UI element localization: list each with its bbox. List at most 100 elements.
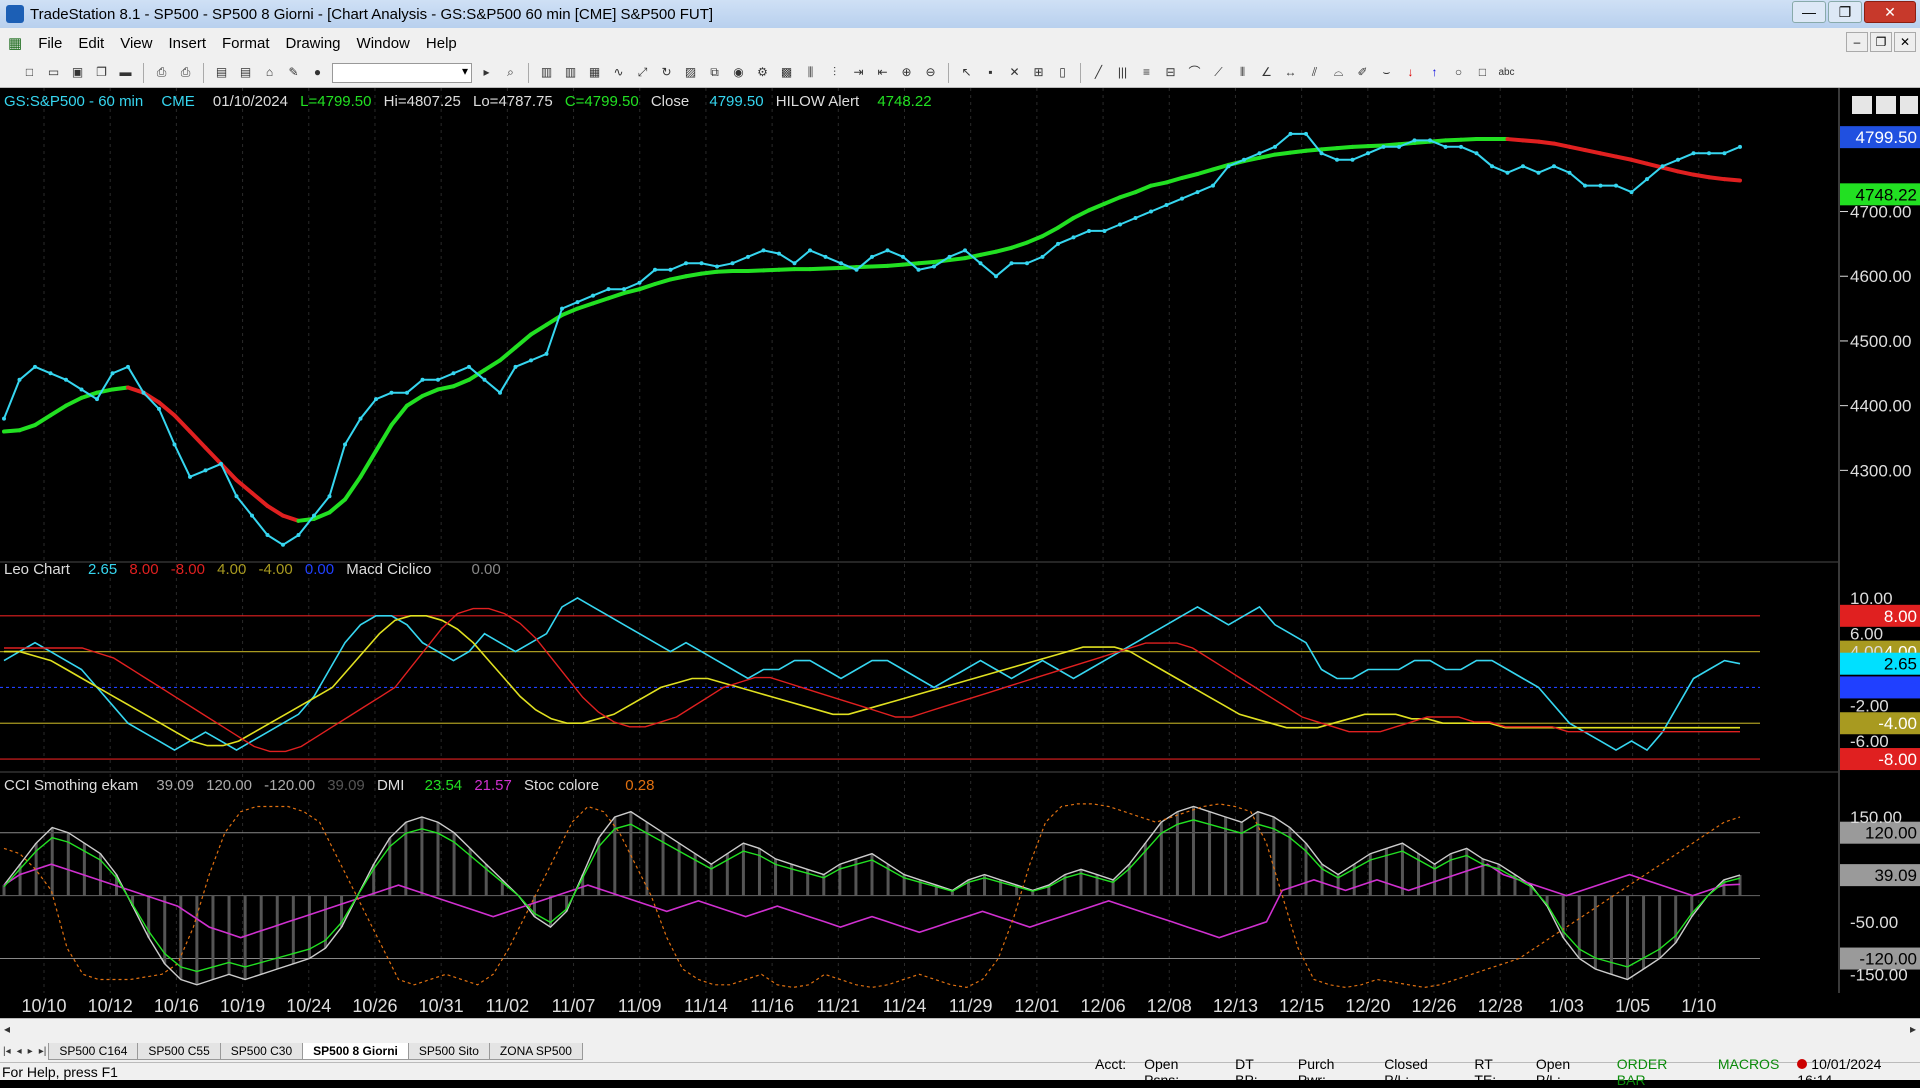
chart-line-icon[interactable]: ∿: [609, 63, 628, 82]
horizontal-scrollbar[interactable]: ◂ ▸: [0, 1018, 1920, 1040]
search-icon[interactable]: ⌕: [501, 63, 520, 82]
tab-prev-icon[interactable]: ◂: [14, 1046, 25, 1057]
scroll-right-icon[interactable]: ⇥: [849, 63, 868, 82]
arrow-up-icon[interactable]: ↑: [1425, 63, 1444, 82]
fan-icon[interactable]: ⟋: [1209, 63, 1228, 82]
symbol-combo[interactable]: ▾: [332, 62, 472, 83]
menu-insert[interactable]: Insert: [160, 35, 214, 52]
price-point: [1567, 170, 1572, 175]
chart-restore-button[interactable]: [1876, 96, 1896, 114]
macros-toggle[interactable]: MACROS: [1718, 1056, 1779, 1088]
time-axis-label: 11/24: [883, 996, 927, 1016]
window-icon[interactable]: ▤: [212, 63, 231, 82]
menu-drawing[interactable]: Drawing: [278, 35, 349, 52]
hilow-alert-line-segment: [1521, 138, 1541, 144]
zoom-in-icon[interactable]: ⊕: [897, 63, 916, 82]
menu-help[interactable]: Help: [418, 35, 465, 52]
tab-next-icon[interactable]: ▸: [25, 1046, 36, 1057]
tab-sp500-c164[interactable]: SP500 C164: [48, 1042, 139, 1060]
properties-icon[interactable]: ▯: [1053, 63, 1072, 82]
text-tool-icon[interactable]: abc: [1497, 63, 1516, 82]
tab-sp500-c55[interactable]: SP500 C55: [137, 1042, 221, 1060]
pencil-icon[interactable]: ✐: [1353, 63, 1372, 82]
scroll-left-icon[interactable]: ◂: [4, 1022, 10, 1036]
tab-sp500-8-giorni[interactable]: SP500 8 Giorni: [302, 1042, 409, 1060]
layout-icon[interactable]: ▥: [537, 63, 556, 82]
format-icon[interactable]: ✎: [284, 63, 303, 82]
chart-area[interactable]: 4700.00 4600.00 4500.00 4400.00 4300.00 4799.…: [0, 88, 1920, 1018]
menu-view[interactable]: View: [112, 35, 160, 52]
zoom-out-icon[interactable]: ⊖: [921, 63, 940, 82]
time-axis-label: 1/03: [1549, 996, 1584, 1016]
price-point: [358, 416, 363, 421]
menu-window[interactable]: Window: [349, 35, 418, 52]
tab-sp500-c30[interactable]: SP500 C30: [219, 1042, 304, 1060]
vertical-lines-icon[interactable]: |||: [1113, 63, 1132, 82]
hamburger-icon[interactable]: ⫶: [825, 63, 844, 82]
price-point: [854, 267, 859, 272]
ellipse-icon[interactable]: ○: [1449, 63, 1468, 82]
layout-icon[interactable]: ▥: [561, 63, 580, 82]
last-label: L=4799.50: [300, 93, 371, 110]
trendline-icon[interactable]: ╱: [1089, 63, 1108, 82]
fib-icon[interactable]: ⌒: [1185, 63, 1204, 82]
folder-icon[interactable]: ▬: [116, 63, 135, 82]
scroll-left-icon[interactable]: ⇤: [873, 63, 892, 82]
bars-icon[interactable]: ⫼: [801, 63, 820, 82]
price-point: [1164, 203, 1169, 208]
window-link-icon[interactable]: ⧉: [705, 63, 724, 82]
refresh-icon[interactable]: ↻: [657, 63, 676, 82]
data-window-icon[interactable]: ▪: [981, 63, 1000, 82]
tab-sp500-sito[interactable]: SP500 Sito: [407, 1042, 490, 1060]
save-icon[interactable]: ▣: [68, 63, 87, 82]
mdi-close-button[interactable]: ✕: [1894, 32, 1916, 52]
play-icon[interactable]: ▸: [477, 63, 496, 82]
insert-study-icon[interactable]: ⊞: [1029, 63, 1048, 82]
parallel-icon[interactable]: ⫽: [1305, 63, 1324, 82]
mdi-restore-button[interactable]: ❐: [1870, 32, 1892, 52]
lock-icon[interactable]: ⌂: [260, 63, 279, 82]
chart-close-button[interactable]: [1900, 96, 1918, 114]
order-bar-toggle[interactable]: ORDER BAR: [1617, 1056, 1700, 1088]
arrow-down-icon[interactable]: ↓: [1401, 63, 1420, 82]
channel-icon[interactable]: ⊟: [1161, 63, 1180, 82]
cursor-icon[interactable]: ↖: [957, 63, 976, 82]
tab-last-icon[interactable]: ▸|: [36, 1046, 50, 1057]
arc-icon[interactable]: ⌓: [1329, 63, 1348, 82]
lo-label: Lo=4787.75: [473, 93, 553, 110]
close-button[interactable]: ✕: [1864, 1, 1916, 23]
open-icon[interactable]: ▭: [44, 63, 63, 82]
print-icon[interactable]: ⎙: [152, 63, 171, 82]
menu-edit[interactable]: Edit: [70, 35, 112, 52]
chart-minimize-button[interactable]: [1852, 96, 1872, 114]
chart-icon[interactable]: ▨: [681, 63, 700, 82]
menu-format[interactable]: Format: [214, 35, 278, 52]
radar-icon[interactable]: ◉: [729, 63, 748, 82]
maximize-button[interactable]: ❐: [1828, 1, 1862, 23]
grid-icon[interactable]: ⫴: [1233, 63, 1252, 82]
expand-icon[interactable]: ⤢: [633, 63, 652, 82]
time-axis-label: 12/20: [1345, 996, 1390, 1016]
matrix-icon[interactable]: ▩: [777, 63, 796, 82]
new-icon[interactable]: □: [20, 63, 39, 82]
window-tile-icon[interactable]: ▤: [236, 63, 255, 82]
scroll-right-icon[interactable]: ▸: [1910, 1022, 1916, 1036]
leo-level-badge: -4.00: [1878, 714, 1917, 733]
curve-icon[interactable]: ⌣: [1377, 63, 1396, 82]
minimize-button[interactable]: —: [1792, 1, 1826, 23]
tools-icon[interactable]: ✕: [1005, 63, 1024, 82]
mdi-minimize-button[interactable]: –: [1846, 32, 1868, 52]
menu-file[interactable]: File: [30, 35, 70, 52]
tab-first-icon[interactable]: |◂: [0, 1046, 14, 1057]
angle-icon[interactable]: ∠: [1257, 63, 1276, 82]
print-preview-icon[interactable]: ⎙: [176, 63, 195, 82]
chart-doc-icon[interactable]: ▦: [0, 34, 30, 52]
tab-zona-sp500[interactable]: ZONA SP500: [488, 1042, 583, 1060]
copy-icon[interactable]: ❐: [92, 63, 111, 82]
scanner-icon[interactable]: ⚙: [753, 63, 772, 82]
table-icon[interactable]: ▦: [585, 63, 604, 82]
color-icon[interactable]: ●: [308, 63, 327, 82]
hline-icon[interactable]: ↔: [1281, 63, 1300, 82]
horizontal-lines-icon[interactable]: ≡: [1137, 63, 1156, 82]
rectangle-icon[interactable]: □: [1473, 63, 1492, 82]
